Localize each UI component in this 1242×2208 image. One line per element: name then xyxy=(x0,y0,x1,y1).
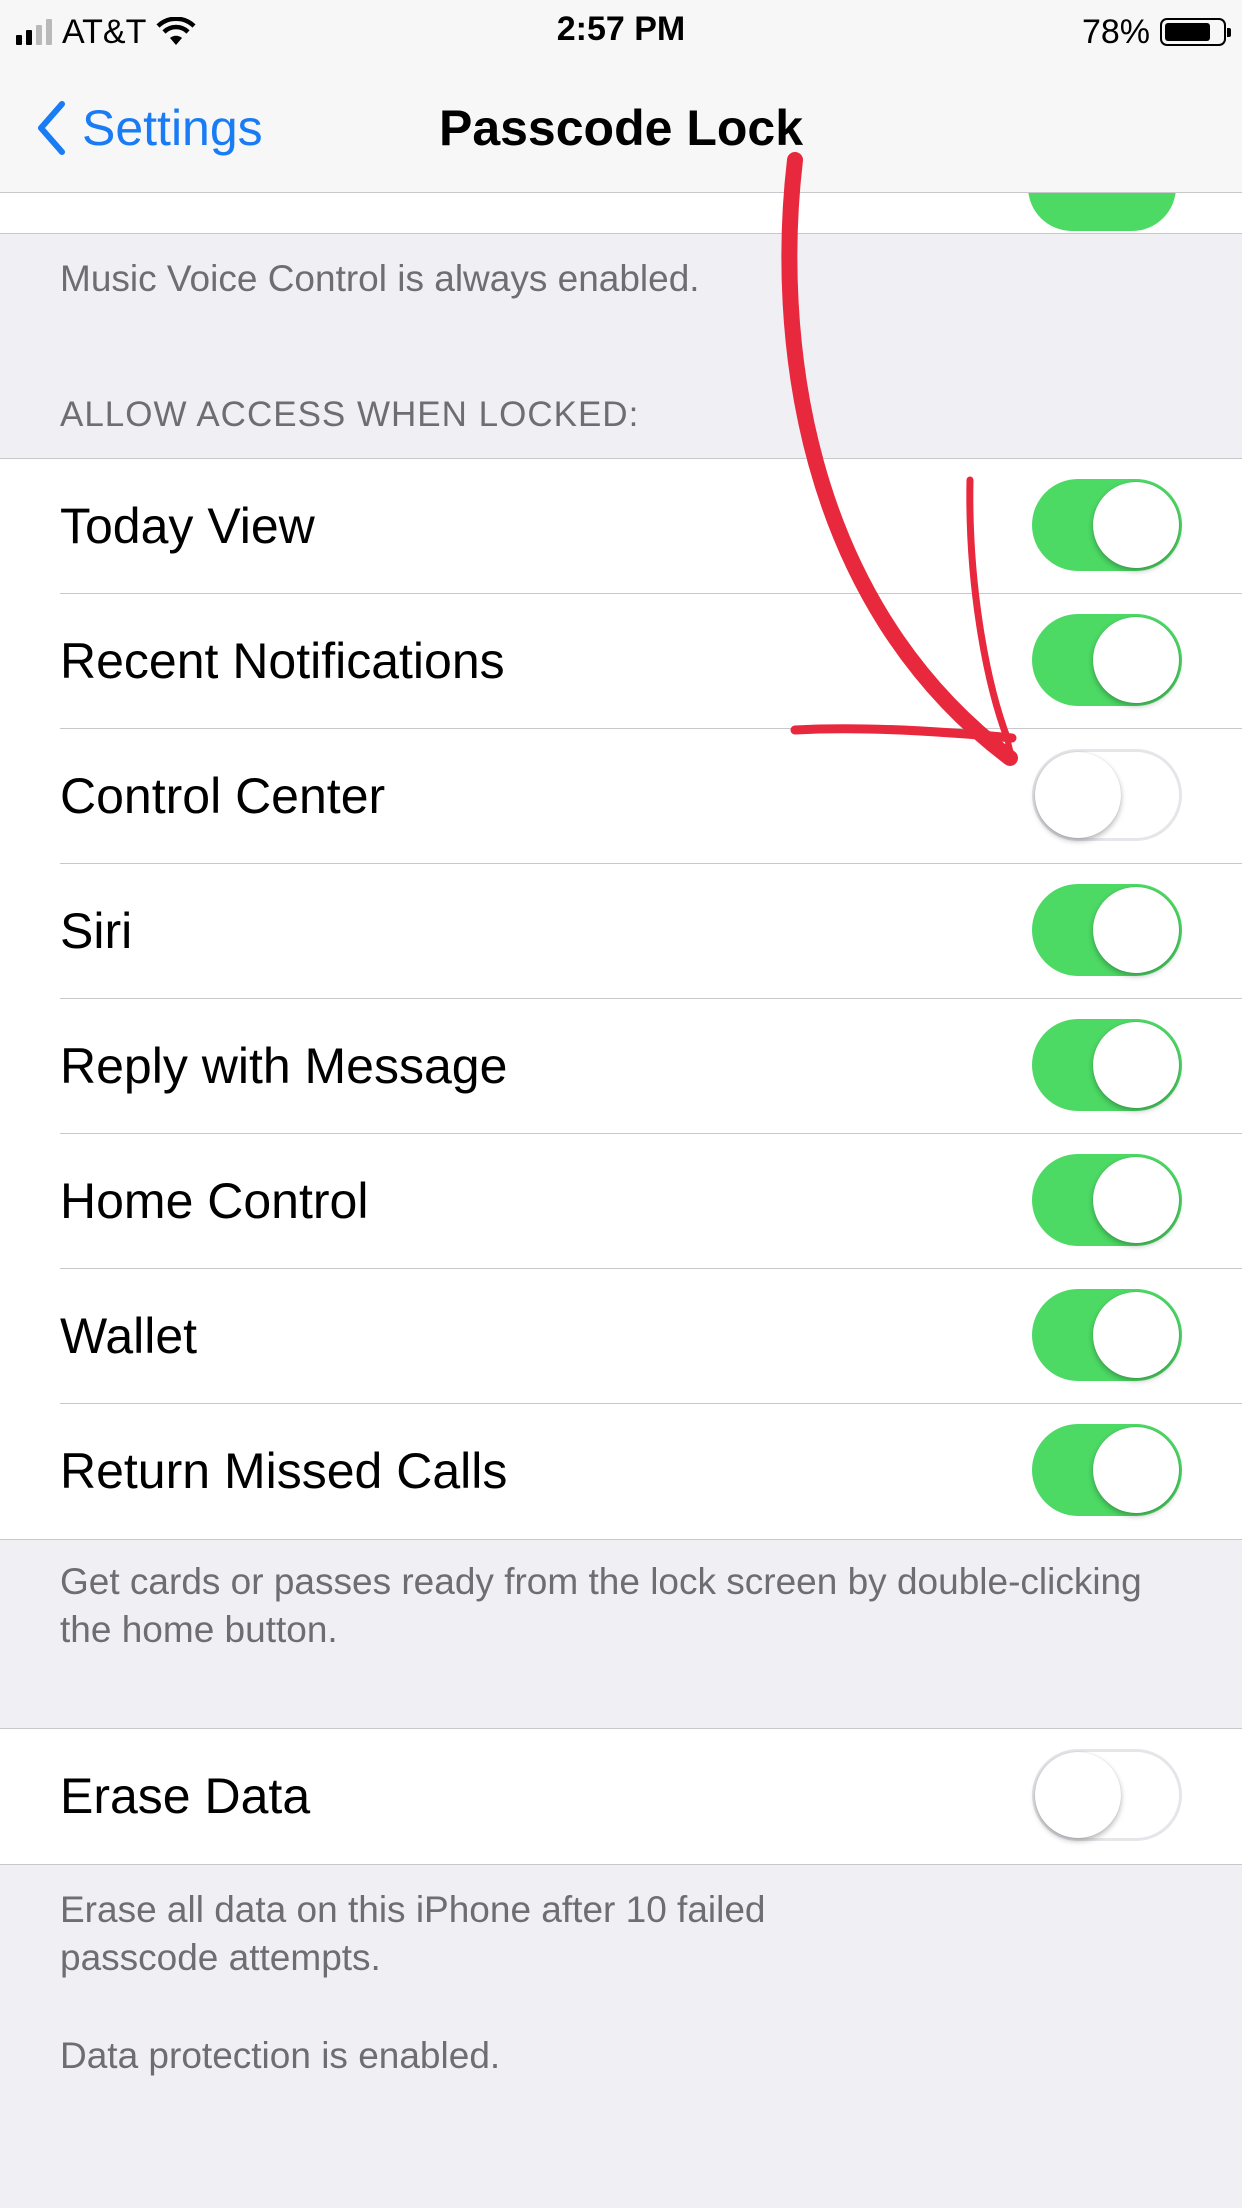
navigation-bar: Settings Passcode Lock xyxy=(0,62,1242,193)
access-row: Recent Notifications xyxy=(0,594,1242,729)
access-toggle[interactable] xyxy=(1032,884,1182,976)
access-row-label: Wallet xyxy=(60,1308,198,1364)
access-list: Today View Recent Notifications Control Ce… xyxy=(0,458,1242,1540)
access-row-label: Reply with Message xyxy=(60,1038,508,1094)
access-row: Today View xyxy=(0,459,1242,594)
erase-note: Erase all data on this iPhone after 10 f… xyxy=(60,1889,766,1978)
access-toggle[interactable] xyxy=(1032,614,1182,706)
erase-data-toggle[interactable] xyxy=(1032,1749,1182,1841)
access-row: Reply with Message xyxy=(0,999,1242,1134)
wallet-note: Get cards or passes ready from the lock … xyxy=(60,1561,1142,1650)
status-bar: AT&T 2:57 PM 78% xyxy=(0,0,1242,62)
battery-icon xyxy=(1160,18,1231,46)
voice-control-note: Music Voice Control is always enabled. xyxy=(60,258,700,299)
access-row-label: Return Missed Calls xyxy=(60,1443,508,1499)
access-row-label: Today View xyxy=(60,498,315,554)
access-toggle[interactable] xyxy=(1032,1424,1182,1516)
access-row-label: Control Center xyxy=(60,768,386,824)
access-toggle[interactable] xyxy=(1032,1154,1182,1246)
access-toggle[interactable] xyxy=(1032,1019,1182,1111)
access-row-label: Home Control xyxy=(60,1173,369,1229)
section-header: ALLOW ACCESS WHEN LOCKED: xyxy=(60,395,640,434)
erase-data-label: Erase Data xyxy=(60,1768,311,1824)
access-row: Siri xyxy=(0,864,1242,999)
access-toggle[interactable] xyxy=(1032,479,1182,571)
access-toggle[interactable] xyxy=(1032,749,1182,841)
access-row: Return Missed Calls xyxy=(0,1404,1242,1539)
battery-percent: 78% xyxy=(1081,12,1150,51)
access-row: Control Center xyxy=(0,729,1242,864)
access-toggle[interactable] xyxy=(1032,1289,1182,1381)
access-row-label: Siri xyxy=(60,903,133,959)
clock: 2:57 PM xyxy=(556,10,686,48)
page-title: Passcode Lock xyxy=(438,100,804,156)
access-row-label: Recent Notifications xyxy=(60,633,505,689)
erase-data-row: Erase Data xyxy=(0,1729,1242,1864)
protection-note: Data protection is enabled. xyxy=(60,2035,501,2076)
access-row: Home Control xyxy=(0,1134,1242,1269)
voice-control-cell xyxy=(0,143,1242,234)
access-row: Wallet xyxy=(0,1269,1242,1404)
erase-group: Erase Data xyxy=(0,1728,1242,1865)
